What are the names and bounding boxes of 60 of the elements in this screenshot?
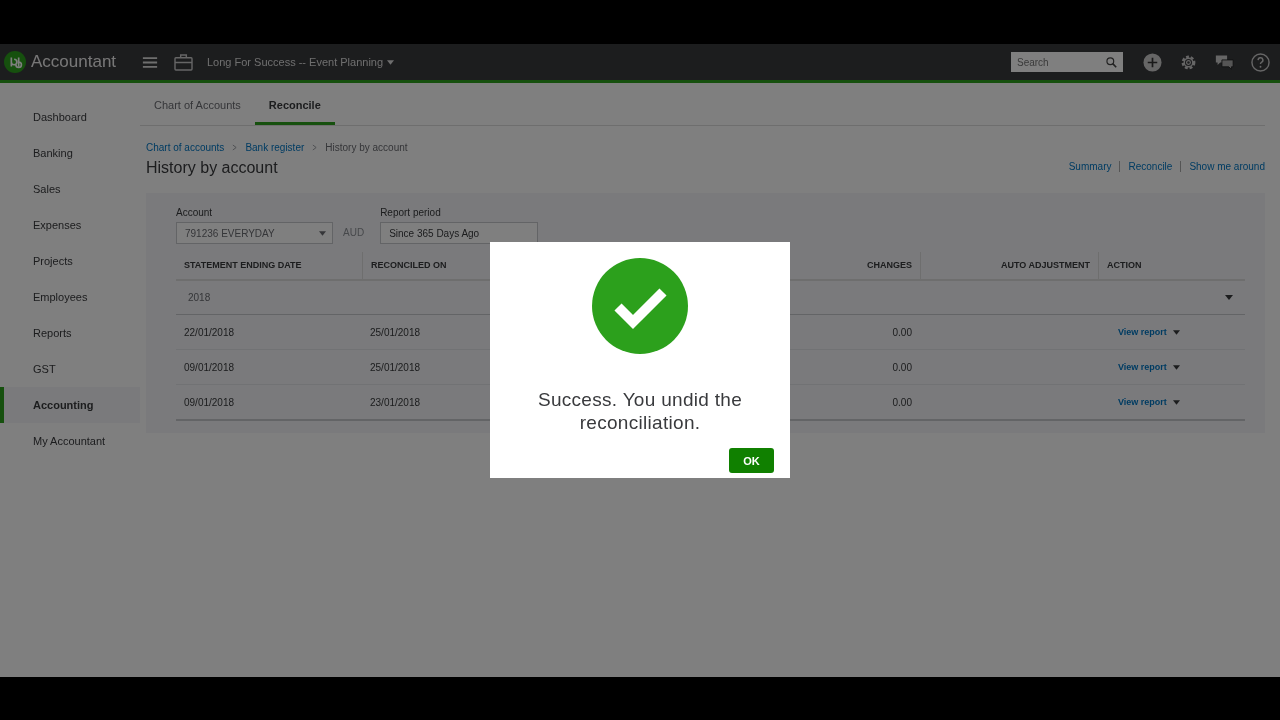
search-icon[interactable] xyxy=(1106,57,1117,68)
plus-icon[interactable] xyxy=(1143,52,1162,72)
table-cell: 25/01/2018 xyxy=(370,361,421,373)
search-field[interactable]: Search xyxy=(1011,52,1123,72)
caret-icon[interactable] xyxy=(1172,399,1180,405)
breadcrumb-link[interactable]: Chart of accounts xyxy=(146,142,225,153)
sidebar-item[interactable]: Projects xyxy=(0,243,140,279)
sidebar-item[interactable]: Expenses xyxy=(0,207,140,243)
column-header: AUTO ADJUSTMENT xyxy=(920,252,1098,279)
sidebar-item[interactable]: Employees xyxy=(0,279,140,315)
chevron-icon xyxy=(232,144,238,151)
account-dropdown[interactable]: 791236 EVERYDAY xyxy=(176,222,333,244)
column-header: ACTION xyxy=(1098,252,1245,279)
sidebar-item[interactable]: Reports xyxy=(0,315,140,351)
field-label: Account xyxy=(176,207,214,218)
chevron-icon xyxy=(312,144,318,151)
table-cell: 0.00 xyxy=(892,396,912,408)
view-report-link[interactable]: View report xyxy=(1118,362,1167,372)
help-icon[interactable] xyxy=(1251,52,1270,72)
ok-button[interactable]: OK xyxy=(729,448,774,473)
header-link[interactable]: Show me around xyxy=(1189,161,1265,172)
sidebar-item[interactable]: Dashboard xyxy=(0,99,140,135)
table-cell: 09/01/2018 xyxy=(184,361,235,373)
view-report-link[interactable]: View report xyxy=(1118,327,1167,337)
table-cell: 0.00 xyxy=(892,361,912,373)
sidebar-item[interactable]: GST xyxy=(0,351,140,387)
group-label: 2018 xyxy=(188,292,211,303)
period-dropdown[interactable]: Since 365 Days Ago xyxy=(380,222,539,244)
caret-icon[interactable] xyxy=(1172,364,1180,370)
breadcrumb-current: History by account xyxy=(325,142,408,153)
caret-icon[interactable] xyxy=(387,59,395,65)
caret-icon[interactable] xyxy=(319,230,326,236)
sidebar-item[interactable]: My Accountant xyxy=(0,423,140,459)
header-link[interactable]: Summary xyxy=(1068,161,1112,172)
table-cell: 23/01/2018 xyxy=(370,396,421,408)
brand-name: Accountant xyxy=(31,52,117,72)
briefcase-icon[interactable] xyxy=(174,53,193,71)
company-menu[interactable]: Long For Success -- Event Planning xyxy=(207,56,395,68)
table-cell: 22/01/2018 xyxy=(184,326,235,338)
sidebar-item[interactable]: Accounting xyxy=(0,387,140,423)
caret-icon[interactable] xyxy=(1172,329,1180,335)
menu-icon[interactable] xyxy=(142,55,158,69)
sidebar-item[interactable]: Sales xyxy=(0,171,140,207)
tab[interactable]: Reconcile xyxy=(254,83,335,125)
view-report-link[interactable]: View report xyxy=(1118,397,1167,407)
column-header: STATEMENT ENDING DATE xyxy=(183,259,303,272)
checkmark-icon xyxy=(592,258,688,354)
dialog-message: Success. You undid the reconciliation. xyxy=(536,388,744,434)
table-cell: 09/01/2018 xyxy=(184,396,235,408)
logo-icon xyxy=(4,51,26,73)
header-link[interactable]: Reconcile xyxy=(1128,161,1173,172)
column-header: CHANGES xyxy=(866,259,913,272)
tab[interactable]: Chart of Accounts xyxy=(140,83,255,125)
caret-icon[interactable] xyxy=(1225,295,1233,300)
table-cell: 25/01/2018 xyxy=(370,326,421,338)
breadcrumb-link[interactable]: Bank register xyxy=(245,142,305,153)
sidebar-item[interactable]: Banking xyxy=(0,135,140,171)
table-cell: 0.00 xyxy=(892,326,912,338)
page-title: History by account xyxy=(146,159,279,177)
field-label: Report period xyxy=(380,207,442,218)
